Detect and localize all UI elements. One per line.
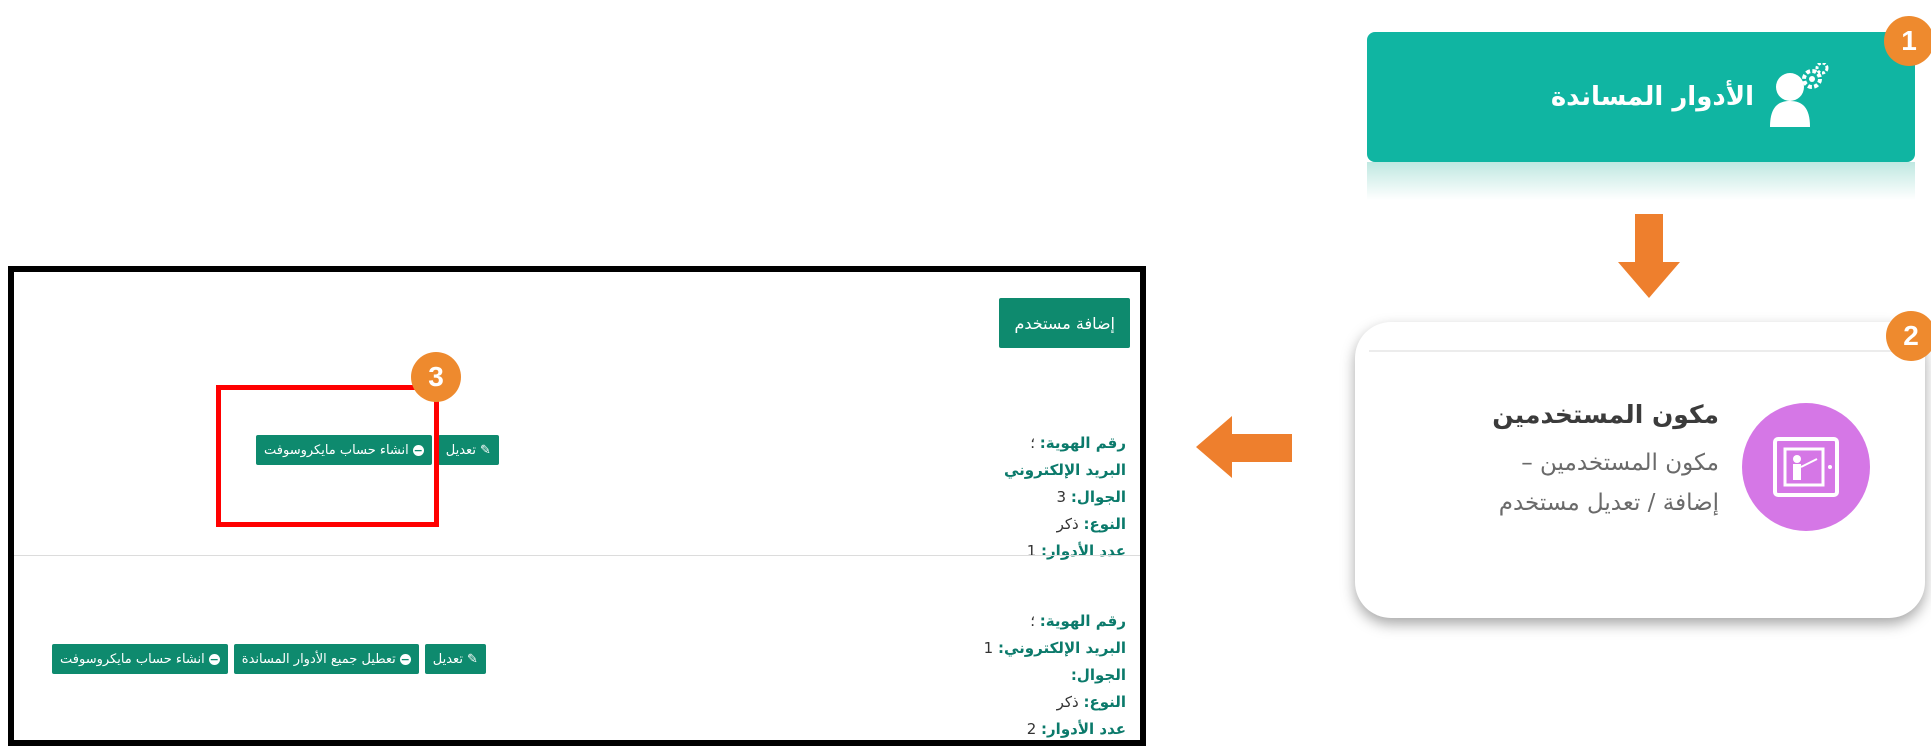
- component-desc-line2: إضافة / تعديل مستخدم: [1498, 490, 1719, 516]
- gender-label: النوع:: [1083, 693, 1126, 711]
- user-2-actions: ✎ تعديل − تعطيل جميع الأدوار المساندة − …: [52, 644, 486, 674]
- minus-circle-icon: −: [208, 652, 220, 666]
- component-icon-circle: [1742, 403, 1870, 531]
- roles-count-label: عدد الأدوار:: [1041, 720, 1126, 738]
- add-user-button[interactable]: إضافة مستخدم: [999, 298, 1130, 348]
- create-microsoft-account-button[interactable]: − انشاء حساب مايكروسوفت: [52, 644, 228, 674]
- roles-count-value: 1: [1026, 542, 1037, 560]
- roles-count-label: عدد الأدوار:: [1041, 542, 1126, 560]
- email-label: البريد الإلكتروني: [1004, 461, 1126, 479]
- users-panel: إضافة مستخدم رقم الهوية: ؛ البريد الإلكت…: [8, 266, 1146, 746]
- mobile-label: الجوال:: [1070, 488, 1126, 506]
- edit-label: تعديل: [432, 651, 463, 667]
- gender-value: ذكر: [1056, 515, 1079, 533]
- step-badge-3: 3: [411, 352, 461, 402]
- minus-circle-icon: −: [399, 652, 411, 666]
- gender-value: ذكر: [1056, 693, 1079, 711]
- mobile-label: الجوال:: [1070, 666, 1126, 684]
- id-label: رقم الهوية:: [1039, 612, 1126, 630]
- support-roles-card-reflection: [1367, 162, 1915, 200]
- arrow-left-icon: [1196, 416, 1292, 478]
- id-label: رقم الهوية:: [1039, 434, 1126, 452]
- presentation-board-icon: [1773, 437, 1839, 497]
- component-desc-line1: مكون المستخدمين –: [1521, 450, 1719, 476]
- roles-count-value: 2: [1026, 720, 1037, 738]
- gender-label: النوع:: [1083, 515, 1126, 533]
- id-value: ؛: [1030, 612, 1035, 630]
- user-gears-icon: [1768, 61, 1830, 131]
- edit-label: تعديل: [445, 442, 476, 458]
- edit-icon: ✎: [466, 651, 478, 667]
- row-divider: [14, 555, 1140, 556]
- component-title: مكون المستخدمين: [1492, 400, 1719, 429]
- card-divider: [1369, 350, 1911, 352]
- user-info-1: رقم الهوية: ؛ البريد الإلكتروني الجوال: …: [1004, 430, 1126, 565]
- mobile-value: 3: [1056, 488, 1067, 506]
- id-value: ؛: [1030, 434, 1035, 452]
- edit-button[interactable]: ✎ تعديل: [424, 644, 486, 674]
- email-value: 1: [983, 639, 994, 657]
- email-label: البريد الإلكتروني:: [998, 639, 1126, 657]
- step-badge-1: 1: [1884, 16, 1931, 66]
- support-roles-card[interactable]: الأدوار المساندة: [1367, 32, 1915, 162]
- user-info-2: رقم الهوية: ؛ البريد الإلكتروني: 1 الجوا…: [984, 608, 1126, 743]
- arrow-down-icon: [1618, 214, 1680, 298]
- edit-button[interactable]: ✎ تعديل: [437, 435, 499, 465]
- create-microsoft-account-label: انشاء حساب مايكروسوفت: [60, 651, 205, 667]
- edit-icon: ✎: [479, 442, 491, 458]
- support-roles-title: الأدوار المساندة: [1550, 82, 1754, 112]
- users-component-card[interactable]: مكون المستخدمين مكون المستخدمين – إضافة …: [1355, 322, 1925, 618]
- highlight-box: [216, 385, 439, 527]
- disable-all-roles-button[interactable]: − تعطيل جميع الأدوار المساندة: [233, 644, 419, 674]
- step-badge-2: 2: [1886, 311, 1931, 361]
- disable-all-roles-label: تعطيل جميع الأدوار المساندة: [241, 651, 396, 667]
